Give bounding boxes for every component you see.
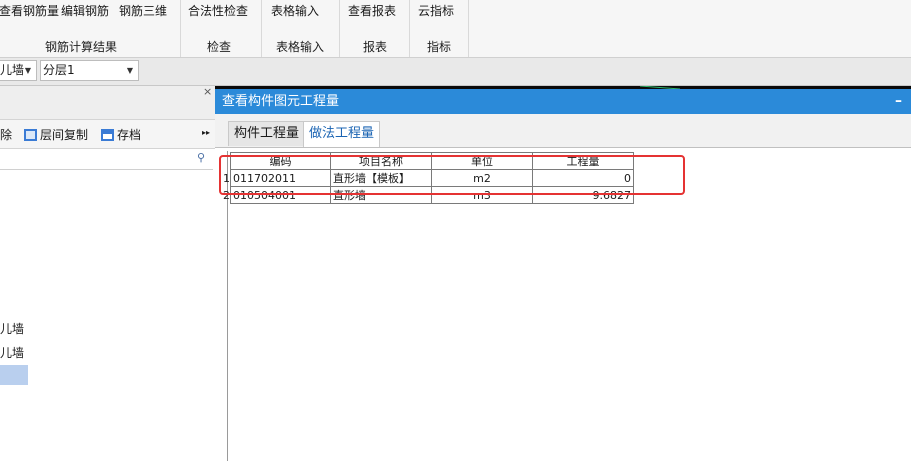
delete-label: 除 — [0, 128, 13, 142]
dialog-title-bar: 查看构件图元工程量 – — [215, 89, 911, 114]
layer-value: 分层1 — [43, 63, 75, 77]
legality-check-button[interactable]: 合法性检查 — [188, 2, 248, 19]
copy-icon — [24, 129, 37, 141]
ribbon-toolbar: 查看钢筋量 编辑钢筋 钢筋三维 钢筋计算结果 合法性检查 检查 表格输入 表格输… — [0, 0, 911, 58]
archive-icon — [101, 129, 114, 141]
ribbon-group-check: 合法性检查 检查 — [181, 0, 262, 57]
cloud-index-button[interactable]: 云指标 — [418, 2, 454, 19]
code-cell[interactable]: 010504001 — [230, 186, 331, 204]
table-row[interactable]: 1 011702011 直形墙【模板】 m2 0 — [223, 169, 634, 187]
archive-label: 存档 — [117, 128, 142, 142]
tree-item[interactable]: 儿墙 — [0, 344, 24, 361]
tab-method-quantity[interactable]: 做法工程量 — [303, 121, 381, 147]
table-input-button[interactable]: 表格输入 — [271, 2, 319, 19]
expand-toolbar-button[interactable]: ▸▸ — [202, 128, 210, 137]
unit-cell[interactable]: m2 — [431, 169, 533, 187]
ribbon-group-label: 报表 — [363, 40, 388, 54]
dialog-tabs: 构件工程量 做法工程量 — [215, 114, 911, 148]
chevron-down-icon: ▼ — [24, 66, 31, 75]
row-number: 2 — [223, 186, 231, 204]
code-cell[interactable]: 011702011 — [230, 169, 331, 187]
column-header-code[interactable]: 编码 — [230, 152, 331, 170]
unit-cell[interactable]: m3 — [431, 186, 533, 204]
search-icon[interactable]: ⚲ — [197, 151, 205, 164]
tree-item[interactable]: 儿墙 — [0, 320, 24, 337]
ribbon-group-label: 钢筋计算结果 — [45, 40, 118, 54]
minimize-button[interactable]: – — [895, 89, 902, 114]
ribbon-group-rebar-results: 查看钢筋量 编辑钢筋 钢筋三维 钢筋计算结果 — [0, 0, 181, 57]
selector-bar: 儿墙 ▼ 分层1 ▼ — [0, 58, 911, 86]
row-number-header — [223, 152, 231, 170]
layer-select[interactable]: 分层1 ▼ — [40, 60, 139, 81]
floor-copy-button[interactable]: 层间复制 — [24, 126, 88, 143]
quantity-cell[interactable]: 9.6827 — [532, 186, 634, 204]
component-quantity-dialog: 查看构件图元工程量 – 构件工程量 做法工程量 编码 项目名称 单位 工程量 1… — [215, 89, 911, 461]
rebar-3d-button[interactable]: 钢筋三维 — [119, 2, 167, 19]
table-header-row: 编码 项目名称 单位 工程量 — [223, 152, 634, 170]
quantity-cell[interactable]: 0 — [532, 169, 634, 187]
panel-header: × — [0, 85, 215, 120]
column-header-unit[interactable]: 单位 — [431, 152, 533, 170]
edit-rebar-button[interactable]: 编辑钢筋 — [61, 2, 109, 19]
view-report-button[interactable]: 查看报表 — [348, 2, 396, 19]
quantity-table: 编码 项目名称 单位 工程量 1 011702011 直形墙【模板】 m2 0 … — [223, 152, 634, 204]
archive-button[interactable]: 存档 — [101, 126, 141, 143]
floor-copy-label: 层间复制 — [40, 128, 89, 142]
component-search-input[interactable]: ⚲ — [0, 149, 213, 170]
table-row[interactable]: 2 010504001 直形墙 m3 9.6827 — [223, 186, 634, 204]
ribbon-group-report: 查看报表 报表 — [340, 0, 410, 57]
close-icon[interactable]: × — [203, 85, 212, 98]
ribbon-group-table-input: 表格输入 表格输入 — [262, 0, 340, 57]
ribbon-group-label: 检查 — [207, 40, 232, 54]
component-list-panel: × 除 层间复制 存档 ▸▸ ⚲ 儿墙 儿墙 — [0, 85, 216, 461]
item-name-cell[interactable]: 直形墙 — [330, 186, 432, 204]
ribbon-group-label: 表格输入 — [276, 40, 325, 54]
component-type-value: 儿墙 — [0, 63, 25, 77]
chevron-down-icon: ▼ — [126, 66, 133, 75]
component-type-select[interactable]: 儿墙 ▼ — [0, 60, 37, 81]
delete-button[interactable]: 除 — [0, 126, 12, 143]
view-rebar-quantity-button[interactable]: 查看钢筋量 — [0, 2, 59, 19]
tree-item-selected[interactable] — [0, 365, 28, 385]
ribbon-group-index: 云指标 指标 — [410, 0, 469, 57]
item-name-cell[interactable]: 直形墙【模板】 — [330, 169, 432, 187]
dialog-title: 查看构件图元工程量 — [222, 94, 340, 109]
panel-toolbar: 除 层间复制 存档 ▸▸ — [0, 120, 215, 149]
tab-component-quantity[interactable]: 构件工程量 — [228, 121, 306, 146]
row-number: 1 — [223, 169, 231, 187]
column-header-item-name[interactable]: 项目名称 — [330, 152, 432, 170]
column-header-quantity[interactable]: 工程量 — [532, 152, 634, 170]
ribbon-group-label: 指标 — [427, 40, 452, 54]
